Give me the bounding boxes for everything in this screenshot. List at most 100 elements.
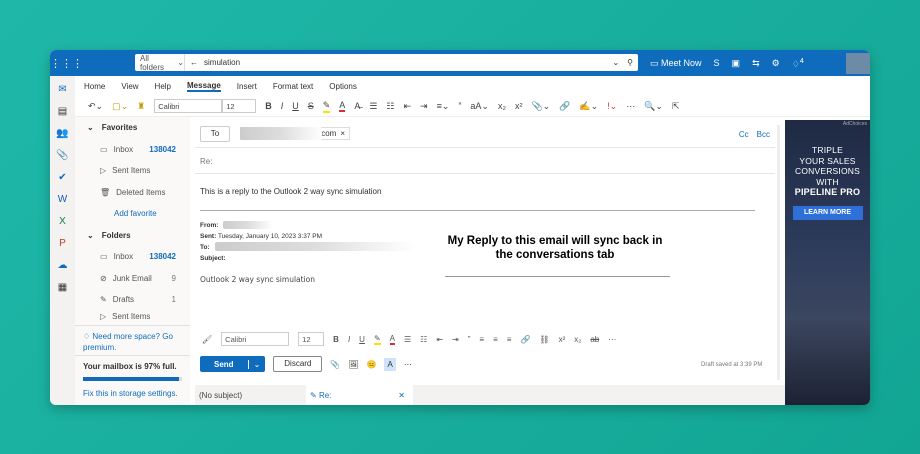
- tab-help[interactable]: Help: [155, 82, 171, 91]
- tab-message[interactable]: Message: [187, 81, 221, 92]
- italic-icon[interactable]: I: [348, 335, 350, 344]
- message-body[interactable]: This is a reply to the Outlook 2 way syn…: [200, 187, 381, 196]
- font-size-select[interactable]: 12: [222, 99, 257, 113]
- folder-inbox[interactable]: ▭ Inbox 138042: [75, 246, 190, 268]
- folder-deleted-favorite[interactable]: 🗑 Deleted Items: [75, 182, 190, 204]
- office-icon[interactable]: ▣: [732, 58, 741, 69]
- discard-button[interactable]: Discard: [273, 356, 323, 372]
- bold-icon[interactable]: B: [333, 335, 339, 344]
- align-icon[interactable]: ≡⌄: [437, 101, 450, 112]
- subscript-icon[interactable]: x₂: [498, 101, 506, 111]
- importance-icon[interactable]: !⌄: [607, 101, 617, 112]
- mail-icon[interactable]: ✉: [58, 84, 66, 95]
- bold-icon[interactable]: B: [265, 101, 272, 111]
- bcc-button[interactable]: Bcc: [757, 130, 770, 139]
- tab-options[interactable]: Options: [329, 82, 357, 91]
- strikethrough-icon[interactable]: ab: [590, 335, 599, 344]
- tab-view[interactable]: View: [121, 82, 138, 91]
- word-icon[interactable]: W: [58, 194, 67, 205]
- attach-icon[interactable]: 📎⌄: [531, 101, 550, 112]
- more-apps-icon[interactable]: ▦: [58, 282, 67, 293]
- numbering-icon[interactable]: ☷: [386, 101, 394, 112]
- indent-icon[interactable]: ⇥: [420, 101, 428, 112]
- search-box[interactable]: All folders ⌄ ← simulation ⌄ ⚲: [135, 54, 638, 72]
- clear-format-icon[interactable]: A̶: [354, 101, 360, 111]
- search-scope-dropdown[interactable]: All folders ⌄: [135, 54, 185, 72]
- tab-format-text[interactable]: Format text: [273, 82, 313, 91]
- indent-icon[interactable]: ⇥: [452, 335, 459, 344]
- todo-icon[interactable]: ✔: [58, 172, 66, 183]
- folder-junk[interactable]: ⊘ Junk Email 9: [75, 268, 190, 290]
- more-icon[interactable]: ⋯: [404, 360, 412, 369]
- paste-icon[interactable]: ▢⌄: [112, 101, 128, 112]
- attach-icon[interactable]: 📎: [330, 360, 340, 369]
- folder-sent[interactable]: ▷ Sent Items: [75, 311, 190, 323]
- to-button[interactable]: To: [200, 126, 230, 142]
- link-icon[interactable]: 🔗: [559, 101, 570, 112]
- font-size-select[interactable]: 12: [298, 332, 325, 346]
- adchoices-label[interactable]: AdChoices: [843, 121, 867, 127]
- superscript-icon[interactable]: x²: [559, 335, 566, 344]
- unlink-icon[interactable]: ⛓: [539, 335, 549, 344]
- cc-button[interactable]: Cc: [739, 130, 749, 139]
- close-icon[interactable]: ×: [340, 129, 345, 138]
- underline-icon[interactable]: U: [359, 335, 365, 344]
- close-icon[interactable]: ✕: [398, 391, 405, 400]
- undo-icon[interactable]: ↶⌄: [88, 101, 103, 112]
- learn-more-button[interactable]: LEARN MORE: [792, 205, 863, 220]
- tab-insert[interactable]: Insert: [237, 82, 257, 91]
- bullets-icon[interactable]: ☰: [369, 101, 377, 112]
- tips-icon[interactable]: ♢4: [792, 56, 804, 70]
- signature-icon[interactable]: ✍⌄: [579, 101, 598, 112]
- editor-icon[interactable]: A: [384, 357, 396, 371]
- change-case-icon[interactable]: aA⌄: [470, 101, 489, 112]
- compose-scrollbar[interactable]: [777, 125, 780, 380]
- font-color-icon[interactable]: A: [389, 334, 395, 345]
- gear-icon[interactable]: ⚙: [772, 58, 780, 69]
- skype-icon[interactable]: S: [714, 58, 720, 68]
- highlight-icon[interactable]: ✎: [373, 334, 381, 345]
- feedback-icon[interactable]: ⇆: [752, 58, 760, 69]
- image-icon[interactable]: 🖼: [348, 360, 358, 369]
- tab-no-subject[interactable]: (No subject): [195, 385, 302, 405]
- font-select[interactable]: Calibri: [154, 99, 223, 113]
- folder-drafts[interactable]: ✎ Drafts 1: [75, 289, 190, 311]
- attachment-icon[interactable]: 📎: [56, 150, 68, 161]
- send-button[interactable]: Send ⌄: [200, 356, 266, 372]
- font-color-icon[interactable]: A: [339, 100, 346, 112]
- align-right-icon[interactable]: ≡: [507, 335, 512, 344]
- link-icon[interactable]: 🔗: [520, 335, 530, 344]
- emoji-icon[interactable]: 😐: [367, 360, 377, 369]
- align-left-icon[interactable]: ≡: [479, 335, 484, 344]
- meet-now-button[interactable]: ▭ Meet Now: [650, 58, 702, 69]
- format-painter-icon[interactable]: 🖌: [202, 335, 212, 344]
- bullets-icon[interactable]: ☰: [404, 335, 411, 344]
- zoom-icon[interactable]: 🔍⌄: [644, 101, 663, 112]
- powerpoint-icon[interactable]: P: [59, 238, 66, 249]
- outdent-icon[interactable]: ⇤: [436, 335, 443, 344]
- quote-icon[interactable]: ”: [458, 101, 461, 111]
- search-icon[interactable]: ⚲: [627, 58, 638, 67]
- chevron-down-icon[interactable]: ⌄: [612, 58, 627, 67]
- folder-inbox-favorite[interactable]: ▭ Inbox 138042: [75, 139, 190, 161]
- excel-icon[interactable]: X: [59, 216, 66, 227]
- onedrive-icon[interactable]: ☁: [58, 260, 68, 271]
- outdent-icon[interactable]: ⇤: [403, 101, 411, 112]
- format-painter-icon[interactable]: ♜: [137, 101, 145, 112]
- back-arrow-icon[interactable]: ←: [185, 58, 198, 67]
- numbering-icon[interactable]: ☷: [420, 335, 427, 344]
- font-select[interactable]: Calibri: [221, 332, 290, 346]
- people-icon[interactable]: 👥: [56, 128, 68, 139]
- superscript-icon[interactable]: x²: [515, 101, 523, 111]
- search-input[interactable]: simulation: [198, 58, 612, 67]
- favorites-header[interactable]: ⌄ Favorites: [75, 117, 190, 139]
- folders-header[interactable]: ⌄ Folders: [75, 225, 190, 247]
- subscript-icon[interactable]: x₂: [574, 335, 581, 344]
- tab-home[interactable]: Home: [84, 82, 105, 91]
- folder-sent-favorite[interactable]: ▷ Sent Items: [75, 160, 190, 182]
- calendar-icon[interactable]: ▤: [58, 106, 67, 117]
- underline-icon[interactable]: U: [292, 101, 299, 111]
- tab-re-draft[interactable]: ✎ Re: ✕: [306, 385, 413, 405]
- avatar[interactable]: [846, 53, 870, 74]
- app-launcher-icon[interactable]: ⋮⋮⋮: [50, 57, 83, 70]
